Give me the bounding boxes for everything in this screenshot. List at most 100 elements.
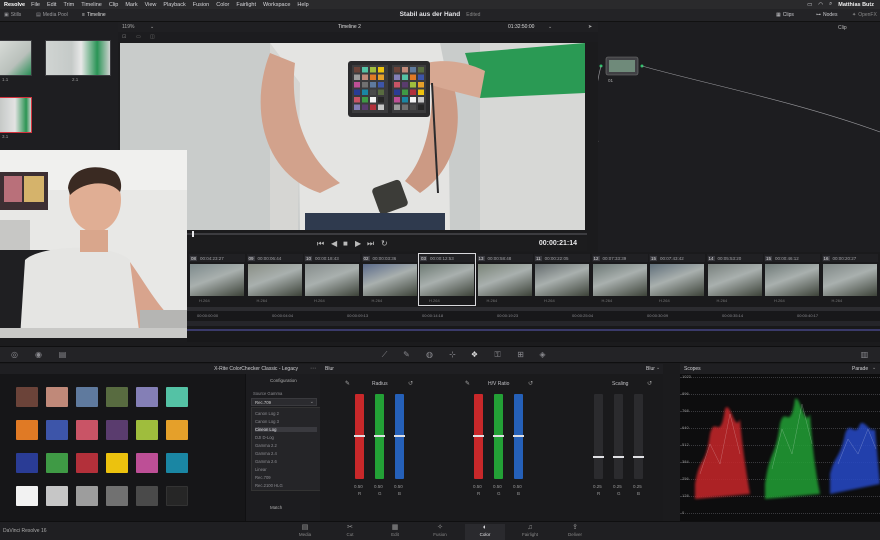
- slider-handle[interactable]: [493, 435, 504, 437]
- slider-value[interactable]: 0.50: [354, 484, 363, 489]
- page-edit[interactable]: ▦ Edit: [375, 524, 415, 537]
- menu-view[interactable]: View: [145, 2, 157, 8]
- menu-help[interactable]: Help: [297, 2, 308, 8]
- tracker-icon[interactable]: ⊹: [448, 350, 457, 359]
- page-media[interactable]: ▤ Media: [285, 524, 325, 537]
- color-patch[interactable]: [76, 486, 98, 506]
- color-patch[interactable]: [106, 387, 128, 407]
- color-patch[interactable]: [16, 486, 38, 506]
- key-icon[interactable]: ⚿: [493, 350, 502, 359]
- color-patch[interactable]: [46, 486, 68, 506]
- reset-hv-icon[interactable]: ↺: [528, 380, 533, 387]
- color-patch[interactable]: [106, 486, 128, 506]
- slider-handle[interactable]: [394, 435, 405, 437]
- color-patch[interactable]: [16, 420, 38, 440]
- camera-raw-icon[interactable]: ◎: [10, 350, 19, 359]
- color-match-icon[interactable]: ◉: [34, 350, 43, 359]
- color-patch[interactable]: [46, 453, 68, 473]
- curves-icon[interactable]: ⟋: [380, 350, 389, 359]
- slider-value[interactable]: 0.50: [394, 484, 403, 489]
- openfx-button[interactable]: ✦ OpenFX: [852, 12, 877, 18]
- page-fairlight[interactable]: ♫ Fairlight: [510, 524, 550, 537]
- color-wheels-icon[interactable]: ▤: [58, 350, 67, 359]
- video-track[interactable]: [187, 321, 880, 326]
- color-patch[interactable]: [106, 420, 128, 440]
- playhead[interactable]: [192, 231, 194, 237]
- slider-handle[interactable]: [513, 435, 524, 437]
- clip-thumbnail[interactable]: 11 00:00:22:05 H.264: [534, 254, 590, 305]
- gamma-option[interactable]: Canon Log 3: [255, 419, 279, 424]
- color-patch[interactable]: [136, 453, 158, 473]
- gallery-still-selected[interactable]: [0, 97, 32, 133]
- 3d-icon[interactable]: ◈: [538, 350, 547, 359]
- scopes-mode[interactable]: Parade: [852, 366, 868, 372]
- gallery-icon[interactable]: ▭: [136, 34, 141, 40]
- reset-radius-icon[interactable]: ↺: [408, 380, 413, 387]
- blur-slider[interactable]: [374, 394, 385, 479]
- color-patch[interactable]: [76, 420, 98, 440]
- page-color[interactable]: ◐ Color: [465, 524, 505, 540]
- blur-slider[interactable]: [493, 394, 504, 479]
- page-deliver[interactable]: ⇪ Deliver: [555, 524, 595, 537]
- color-patch[interactable]: [166, 387, 188, 407]
- menu-mark[interactable]: Mark: [125, 2, 137, 8]
- clip-thumbnail[interactable]: 15 00:00:46:12 H.264: [764, 254, 820, 305]
- scopes-toggle-icon[interactable]: ▥: [860, 350, 869, 359]
- menu-clip[interactable]: Clip: [109, 2, 118, 8]
- zoom-level[interactable]: 119%: [122, 24, 134, 30]
- color-patch[interactable]: [46, 420, 68, 440]
- nodes-button[interactable]: ⊶ Nodes: [816, 12, 837, 18]
- slider-handle[interactable]: [354, 435, 365, 437]
- clip-thumbnail[interactable]: 15 00:07:43:42 H.264: [649, 254, 705, 305]
- page-cut[interactable]: ✂ Cut: [330, 524, 370, 537]
- timeline-ruler[interactable]: [187, 307, 880, 311]
- slider-value[interactable]: 0.50: [374, 484, 383, 489]
- more-options-icon[interactable]: ⋯: [310, 365, 316, 372]
- slider-handle[interactable]: [473, 435, 484, 437]
- skip-back-icon[interactable]: ⏮: [317, 239, 324, 249]
- wifi-icon[interactable]: ◠: [818, 2, 823, 8]
- audio-track[interactable]: [187, 329, 880, 331]
- clip-thumbnail[interactable]: 16 00:00:20:27 H.264: [821, 254, 878, 305]
- skip-forward-icon[interactable]: ⏭: [367, 239, 374, 249]
- gallery-still[interactable]: [45, 40, 111, 76]
- slider-handle[interactable]: [613, 456, 624, 458]
- blur-slider[interactable]: [593, 394, 604, 479]
- color-patch[interactable]: [76, 453, 98, 473]
- scrub-bar[interactable]: [187, 233, 587, 235]
- blur-slider[interactable]: [394, 394, 405, 479]
- blur-mode[interactable]: Blur: [646, 366, 655, 372]
- color-patch[interactable]: [16, 453, 38, 473]
- menu-fairlight[interactable]: Fairlight: [236, 2, 256, 8]
- eyedropper-icon[interactable]: ✎: [345, 380, 350, 387]
- menu-file[interactable]: File: [31, 2, 40, 8]
- grab-icon[interactable]: ⊡: [122, 34, 126, 40]
- play-reverse-icon[interactable]: ◀: [331, 239, 337, 248]
- video-viewer[interactable]: [120, 43, 585, 230]
- pointer-icon[interactable]: ➤: [588, 24, 592, 30]
- color-patch[interactable]: [106, 453, 128, 473]
- slider-value[interactable]: 0.25: [633, 484, 642, 489]
- clips-button[interactable]: ▦ Clips: [776, 12, 794, 18]
- clip-thumbnail[interactable]: 08 00:04:23:27 H.264: [189, 254, 245, 305]
- menu-playback[interactable]: Playback: [163, 2, 185, 8]
- menu-timeline[interactable]: Timeline: [81, 2, 102, 8]
- blur-slider[interactable]: [354, 394, 365, 479]
- color-patch[interactable]: [166, 486, 188, 506]
- menu-trim[interactable]: Trim: [63, 2, 74, 8]
- clip-thumbnail[interactable]: 03 00:00:12:53 H.264: [418, 253, 476, 306]
- color-patch[interactable]: [76, 387, 98, 407]
- match-button[interactable]: Match: [270, 505, 282, 510]
- slider-value[interactable]: 0.25: [593, 484, 602, 489]
- blur-slider[interactable]: [613, 394, 624, 479]
- slider-value[interactable]: 0.50: [513, 484, 522, 489]
- eyedropper-icon[interactable]: ✎: [465, 380, 470, 387]
- search-icon[interactable]: ⌕: [829, 1, 832, 8]
- blur-icon[interactable]: ❖: [470, 350, 479, 359]
- wipe-icon[interactable]: ◫: [150, 34, 155, 40]
- slider-value[interactable]: 0.50: [493, 484, 502, 489]
- color-patch[interactable]: [166, 453, 188, 473]
- gamma-option[interactable]: Cineon Log: [255, 427, 317, 432]
- reset-scaling-icon[interactable]: ↺: [647, 380, 652, 387]
- menu-workspace[interactable]: Workspace: [263, 2, 290, 8]
